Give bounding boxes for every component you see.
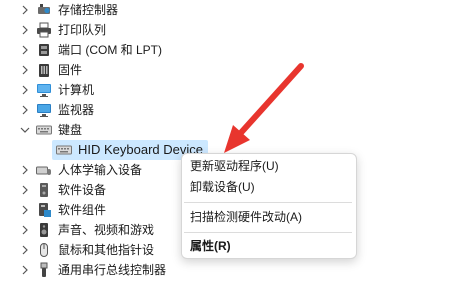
firmware-icon [36, 62, 52, 78]
menu-item-uninstall-device[interactable]: 卸载设备(U) [190, 177, 255, 197]
tree-item-label: 软件设备 [58, 183, 107, 197]
mouse-icon [36, 242, 52, 258]
chevron-right-icon[interactable] [20, 225, 30, 235]
menu-separator [184, 232, 352, 233]
tree-item-label: 键盘 [58, 123, 83, 137]
chevron-right-icon[interactable] [20, 105, 30, 115]
tree-item-label: 人体学输入设备 [58, 163, 143, 177]
tree-item-label: 通用串行总线控制器 [58, 263, 167, 277]
speaker-icon [36, 222, 52, 238]
tree-item-usb-controllers[interactable]: 通用串行总线控制器 [0, 260, 461, 280]
menu-separator [184, 202, 352, 203]
tree-item-label: 鼠标和其他指针设 [58, 243, 155, 257]
tree-item-label: 存储控制器 [58, 3, 119, 17]
chevron-right-icon[interactable] [20, 165, 30, 175]
tree-item-label: 软件组件 [58, 203, 107, 217]
computer-icon [36, 82, 52, 98]
chevron-down-icon[interactable] [20, 125, 30, 135]
chevron-right-icon[interactable] [20, 265, 30, 275]
chevron-right-icon[interactable] [20, 65, 30, 75]
chevron-right-icon[interactable] [20, 5, 30, 15]
context-menu: 更新驱动程序(U) 卸载设备(U) 扫描检测硬件改动(A) 属性(R) [181, 153, 357, 259]
storage-controller-icon [36, 2, 52, 18]
tree-item-storage-controllers[interactable]: 存储控制器 [0, 0, 461, 20]
chevron-right-icon[interactable] [20, 205, 30, 215]
chevron-right-icon[interactable] [20, 85, 30, 95]
menu-item-update-driver[interactable]: 更新驱动程序(U) [190, 156, 279, 176]
tree-item-print-queues[interactable]: 打印队列 [0, 20, 461, 40]
chevron-right-icon[interactable] [20, 185, 30, 195]
keyboard-icon [36, 122, 52, 138]
usb-icon [36, 262, 52, 278]
tree-item-label: 监视器 [58, 103, 95, 117]
chevron-right-icon[interactable] [20, 45, 30, 55]
printer-icon [36, 22, 52, 38]
software-device-icon [36, 182, 52, 198]
keyboard-icon [56, 142, 72, 158]
tree-item-label: 计算机 [58, 83, 95, 97]
tree-item-label: 声音、视频和游戏 [58, 223, 155, 237]
tree-item-label: 固件 [58, 63, 83, 77]
hid-icon [36, 162, 52, 178]
monitor-icon [36, 102, 52, 118]
chevron-right-icon[interactable] [20, 245, 30, 255]
chevron-right-icon[interactable] [20, 25, 30, 35]
tree-item-ports[interactable]: 端口 (COM 和 LPT) [0, 40, 461, 60]
tree-item-firmware[interactable]: 固件 [0, 60, 461, 80]
port-icon [36, 42, 52, 58]
software-component-icon [36, 202, 52, 218]
tree-item-label: 端口 (COM 和 LPT) [58, 43, 162, 57]
menu-item-scan-hardware-changes[interactable]: 扫描检测硬件改动(A) [190, 207, 302, 227]
tree-item-label: 打印队列 [58, 23, 107, 37]
menu-item-properties[interactable]: 属性(R) [190, 236, 231, 256]
tree-item-keyboards[interactable]: 键盘 [0, 120, 461, 140]
tree-item-computer[interactable]: 计算机 [0, 80, 461, 100]
tree-item-monitors[interactable]: 监视器 [0, 100, 461, 120]
